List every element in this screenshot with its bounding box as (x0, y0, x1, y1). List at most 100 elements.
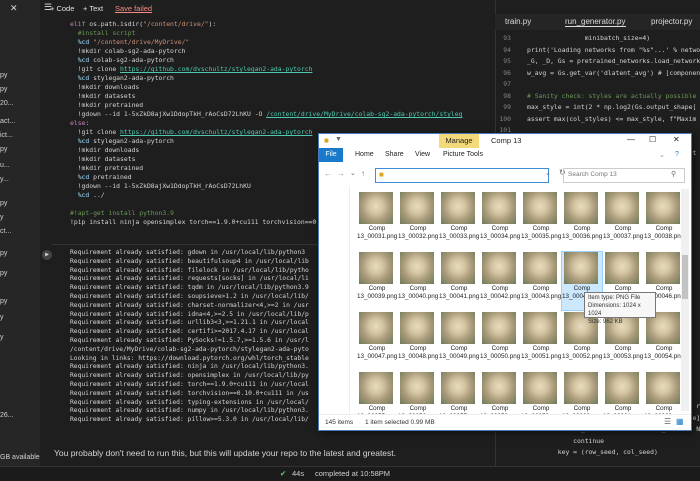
ribbon-share[interactable]: Share (385, 151, 404, 158)
image-preview (359, 372, 393, 404)
file-thumbnail[interactable]: Comp 13_00036.png (562, 192, 602, 250)
file-thumbnail[interactable]: Comp 13_00040.png (398, 252, 438, 310)
file-item-fragment[interactable]: py (0, 298, 7, 305)
file-item-fragment[interactable]: y (0, 214, 4, 221)
file-name: Comp 13_00051.png (521, 345, 562, 360)
output-line: Requirement already satisfied: PySocks!=… (70, 337, 309, 344)
image-preview (359, 192, 393, 224)
file-item-fragment[interactable]: 20... (0, 100, 14, 107)
address-bar[interactable]: ■ (375, 168, 549, 183)
add-text-button[interactable]: + Text (83, 4, 103, 13)
file-thumbnail[interactable]: Comp 13_00032.png (398, 192, 438, 250)
tab-train-py[interactable]: train.py (505, 17, 531, 26)
file-thumbnail[interactable]: Comp 13_00034.png (480, 192, 520, 250)
manage-tab[interactable]: Manage (439, 134, 479, 148)
file-thumbnail[interactable]: Comp 13_00047.png (357, 312, 397, 370)
file-thumbnail[interactable]: Comp 13_00042.png (480, 252, 520, 310)
file-thumbnail[interactable]: Comp 13_00038.png (644, 192, 684, 250)
file-thumbnail[interactable]: Comp 13_00051.png (521, 312, 561, 370)
ribbon-picture-tools[interactable]: Picture Tools (443, 151, 483, 158)
code-token[interactable]: https://github.com/dvschultz/stylegan2-a… (120, 65, 312, 73)
ribbon-view[interactable]: View (415, 151, 430, 158)
code-line: !gdown --id 1-5xZkD8ajXw1DdopTkH_rAoCsD7… (70, 110, 463, 119)
address-folder-icon: ■ (379, 170, 384, 179)
output-line: Requirement already satisfied: numpy in … (70, 407, 309, 415)
minimize-icon[interactable]: — (627, 135, 635, 144)
up-arrow-icon[interactable]: ↑ (361, 169, 365, 178)
ribbon-expand-icon[interactable]: ⌄ (659, 151, 665, 159)
file-item-fragment[interactable]: py (0, 86, 7, 93)
file-thumbnail[interactable]: Comp 13_00041.png (439, 252, 479, 310)
file-item-fragment[interactable]: py (0, 72, 7, 79)
save-status-link[interactable]: Save failed (115, 4, 152, 13)
file-item-fragment[interactable]: act... (0, 118, 15, 125)
details-view-icon[interactable]: ☰ (664, 417, 671, 426)
file-item-fragment[interactable]: u... (0, 162, 10, 169)
code-token: %cd (77, 38, 94, 46)
file-thumbnail[interactable]: Comp 13_00043.png (521, 252, 561, 310)
file-item-fragment[interactable]: 26... (0, 412, 14, 419)
navigation-pane[interactable] (319, 186, 350, 414)
file-item-fragment[interactable]: py (0, 270, 7, 277)
maximize-icon[interactable]: ☐ (649, 135, 656, 144)
forward-arrow-icon[interactable]: → (337, 169, 345, 178)
image-preview (482, 192, 516, 224)
code-token[interactable]: /content/drive/MyDrive/colab-sg2-ada-pyt… (266, 110, 462, 118)
file-thumbnail[interactable]: Comp 13_00033.png (439, 192, 479, 250)
file-browser-panel: py py 20... act... ict... py u... y... py y ct... p… (0, 0, 40, 480)
line-number: 95 (503, 57, 511, 65)
code-token: !mkdir downloads (77, 146, 140, 154)
file-item-fragment[interactable]: py (0, 146, 7, 153)
recent-dropdown-icon[interactable]: ⌄ (350, 169, 356, 177)
scrollbar[interactable] (681, 189, 689, 411)
code-token: #install script (77, 29, 136, 37)
file-name: Comp 13_00037.png (603, 225, 644, 240)
image-preview (605, 372, 639, 404)
file-item-fragment[interactable]: py (0, 250, 7, 257)
code-line: elif os.path.isdir("/content/drive/"): (70, 20, 216, 29)
code-token: ): (208, 20, 217, 28)
thumbnail-view-icon[interactable]: ▦ (676, 417, 684, 426)
scrollbar-thumb[interactable] (682, 255, 688, 299)
back-arrow-icon[interactable]: ← (324, 169, 332, 178)
add-code-button[interactable]: + Code (50, 4, 74, 13)
code-token: os.path.isdir( (89, 20, 144, 28)
file-item-fragment[interactable]: y (0, 314, 4, 321)
text-cell[interactable]: You probably don't need to run this, but… (52, 440, 495, 462)
file-thumbnail[interactable]: Comp 13_00031.png (357, 192, 397, 250)
run-cell-icon[interactable]: ▶ (42, 250, 52, 260)
file-thumbnail[interactable]: Comp 13_00048.png (398, 312, 438, 370)
editor-code-line: assert max(col_styles) <= max_style, f"M… (527, 114, 697, 123)
file-thumbnail[interactable]: Comp 13_00037.png (603, 192, 643, 250)
file-item-fragment[interactable]: y... (0, 176, 9, 183)
file-item-fragment[interactable]: y (0, 334, 4, 341)
file-item-fragment[interactable]: ict... (0, 132, 13, 139)
file-thumbnail[interactable]: Comp 13_00050.png (480, 312, 520, 370)
file-item-fragment[interactable]: py (0, 200, 7, 207)
code-token: !gdown --id 1-5xZkD8ajXw1DdopTkH_rAoCsD7… (77, 110, 267, 118)
code-line: %cd colab-sg2-ada-pytorch (70, 56, 174, 65)
tab-projector-py[interactable]: projector.py (651, 17, 692, 26)
ribbon-home[interactable]: Home (355, 151, 374, 158)
code-token[interactable]: https://github.com/dvschultz/stylegan2-a… (120, 128, 312, 136)
close-window-icon[interactable]: ✕ (673, 135, 680, 144)
file-item-fragment[interactable]: ct... (0, 228, 11, 235)
image-preview (482, 312, 516, 344)
tooltip-type: Item type: PNG File (588, 295, 641, 301)
help-icon[interactable]: ? (675, 151, 679, 158)
file-thumbnail[interactable]: Comp 13_00035.png (521, 192, 561, 250)
file-thumbnail[interactable]: Comp 13_00039.png (357, 252, 397, 310)
file-name: Comp 13_00048.png (398, 345, 439, 360)
search-box[interactable]: Search Comp 13 ⚲ (563, 168, 685, 183)
address-dropdown-icon[interactable]: ⌄ (545, 169, 551, 177)
tab-run-generator-py[interactable]: run_generator.py (565, 17, 626, 27)
file-explorer-window[interactable]: ■ ▼ Manage Comp 13 — ☐ ✕ File Home Share… (318, 133, 692, 431)
code-token: %cd (77, 74, 94, 82)
ribbon-file[interactable]: File (319, 148, 343, 162)
file-thumbnail[interactable]: Comp 13_00049.png (439, 312, 479, 370)
line-number: 96 (503, 68, 511, 77)
quick-access-icon[interactable]: ▼ (335, 136, 342, 143)
editor-code-line: w_avg = Gs.get_var('dlatent_avg') # [com… (527, 68, 700, 77)
close-panel-icon[interactable]: ✕ (10, 4, 18, 14)
output-line: Requirement already satisfied: opensimpl… (70, 372, 309, 380)
